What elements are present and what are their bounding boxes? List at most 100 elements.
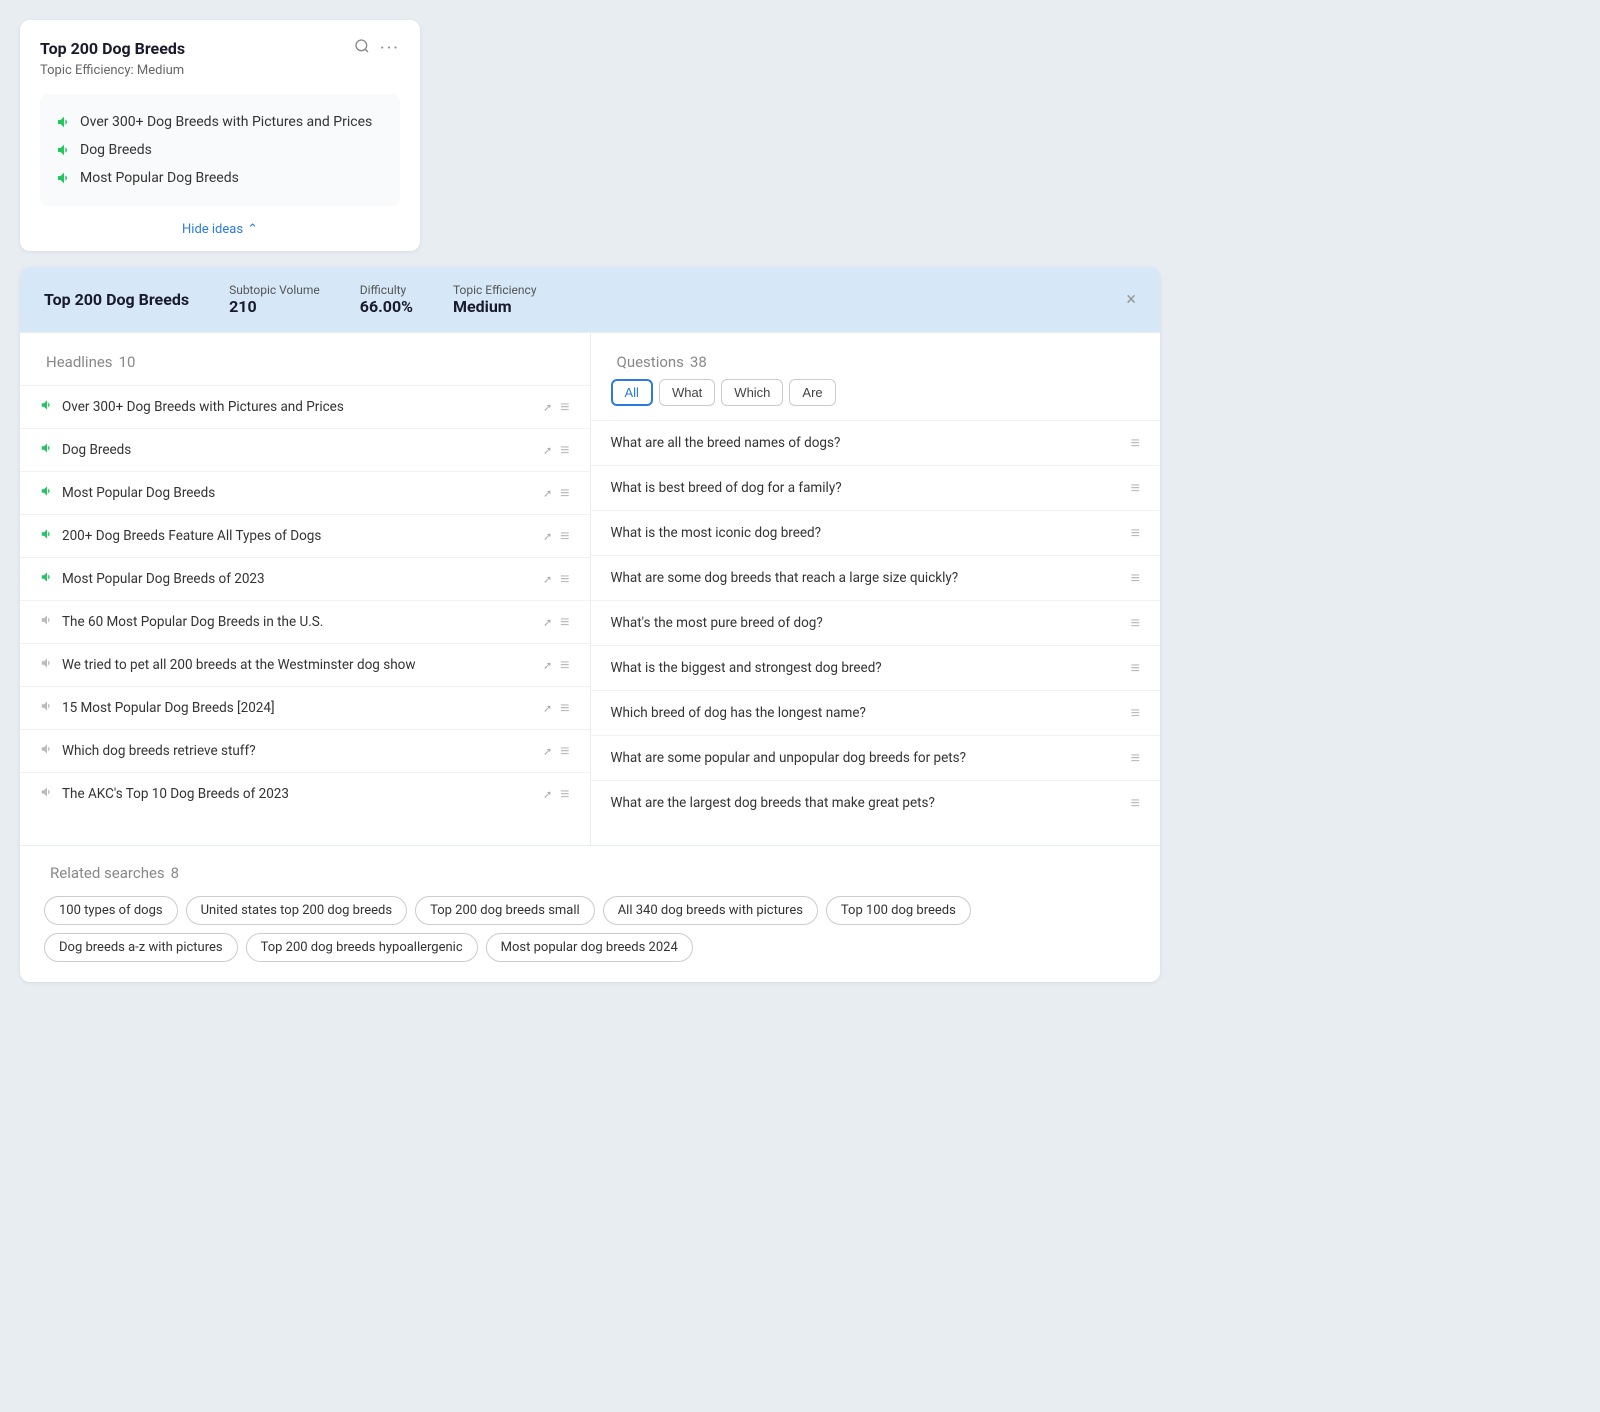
- add-question-icon-5[interactable]: ≡: [1131, 613, 1140, 633]
- headline-text-1: Over 300+ Dog Breeds with Pictures and P…: [62, 399, 535, 415]
- headline-text-6: The 60 Most Popular Dog Breeds in the U.…: [62, 614, 535, 630]
- question-text-5: What's the most pure breed of dog?: [611, 615, 823, 631]
- filter-which-button[interactable]: Which: [721, 379, 783, 406]
- question-item-6: What is the biggest and strongest dog br…: [591, 645, 1161, 690]
- question-filters: All What Which Are: [591, 379, 1161, 420]
- headline-text-7: We tried to pet all 200 breeds at the We…: [62, 657, 535, 673]
- add-question-icon-2[interactable]: ≡: [1131, 478, 1140, 498]
- headline-text-2: Dog Breeds: [62, 442, 535, 458]
- megaphone-icon-h10: [40, 785, 54, 803]
- questions-list: What are all the breed names of dogs? ≡ …: [591, 420, 1161, 825]
- top-card-ideas: Over 300+ Dog Breeds with Pictures and P…: [40, 94, 400, 206]
- megaphone-icon-h8: [40, 699, 54, 717]
- question-item-9: What are the largest dog breeds that mak…: [591, 780, 1161, 825]
- related-tag-5[interactable]: Top 100 dog breeds: [826, 896, 971, 925]
- filter-are-button[interactable]: Are: [789, 379, 835, 406]
- question-item-2: What is best breed of dog for a family? …: [591, 465, 1161, 510]
- external-link-icon-3[interactable]: ➚: [543, 487, 552, 500]
- add-question-icon-9[interactable]: ≡: [1131, 793, 1140, 813]
- panel-header-title: Top 200 Dog Breeds: [44, 290, 189, 309]
- add-question-icon-3[interactable]: ≡: [1131, 523, 1140, 543]
- related-tag-2[interactable]: United states top 200 dog breeds: [186, 896, 407, 925]
- megaphone-icon-h6: [40, 613, 54, 631]
- question-text-7: Which breed of dog has the longest name?: [611, 705, 866, 721]
- external-link-icon-9[interactable]: ➚: [543, 745, 552, 758]
- idea-item-3: Most Popular Dog Breeds: [56, 164, 384, 192]
- add-to-list-icon-1[interactable]: ≡: [560, 397, 569, 417]
- headline-text-3: Most Popular Dog Breeds: [62, 485, 535, 501]
- megaphone-icon-h3: [40, 484, 54, 502]
- close-button[interactable]: ×: [1126, 289, 1136, 310]
- megaphone-icon-h4: [40, 527, 54, 545]
- headline-item-9: Which dog breeds retrieve stuff? ➚ ≡: [20, 729, 590, 772]
- external-link-icon-1[interactable]: ➚: [543, 401, 552, 414]
- question-item-8: What are some popular and unpopular dog …: [591, 735, 1161, 780]
- difficulty-value: 66.00%: [360, 297, 413, 316]
- hide-ideas-button[interactable]: Hide ideas ⌃: [40, 216, 400, 237]
- more-icon[interactable]: ···: [380, 38, 400, 59]
- external-link-icon-2[interactable]: ➚: [543, 444, 552, 457]
- topic-efficiency-value: Medium: [453, 297, 537, 316]
- filter-all-button[interactable]: All: [611, 379, 653, 406]
- related-tag-1[interactable]: 100 types of dogs: [44, 896, 178, 925]
- idea-text-1: Over 300+ Dog Breeds with Pictures and P…: [80, 114, 372, 130]
- chevron-up-icon: ⌃: [247, 222, 258, 237]
- add-question-icon-8[interactable]: ≡: [1131, 748, 1140, 768]
- external-link-icon-4[interactable]: ➚: [543, 530, 552, 543]
- external-link-icon-8[interactable]: ➚: [543, 702, 552, 715]
- megaphone-icon-h9: [40, 742, 54, 760]
- top-card-subtitle: Topic Efficiency: Medium: [40, 63, 400, 78]
- headline-item-7: We tried to pet all 200 breeds at the We…: [20, 643, 590, 686]
- filter-what-button[interactable]: What: [659, 379, 715, 406]
- subtopic-volume-stat: Subtopic Volume 210: [229, 283, 320, 316]
- related-tag-3[interactable]: Top 200 dog breeds small: [415, 896, 595, 925]
- related-tag-8[interactable]: Most popular dog breeds 2024: [486, 933, 693, 962]
- add-question-icon-6[interactable]: ≡: [1131, 658, 1140, 678]
- add-to-list-icon-6[interactable]: ≡: [560, 612, 569, 632]
- main-panel: Top 200 Dog Breeds Subtopic Volume 210 D…: [20, 267, 1160, 982]
- question-item-5: What's the most pure breed of dog? ≡: [591, 600, 1161, 645]
- add-to-list-icon-8[interactable]: ≡: [560, 698, 569, 718]
- megaphone-icon-h2: [40, 441, 54, 459]
- external-link-icon-10[interactable]: ➚: [543, 788, 552, 801]
- add-to-list-icon-5[interactable]: ≡: [560, 569, 569, 589]
- related-tag-7[interactable]: Top 200 dog breeds hypoallergenic: [246, 933, 478, 962]
- add-to-list-icon-4[interactable]: ≡: [560, 526, 569, 546]
- top-card: Top 200 Dog Breeds ··· Topic Efficiency:…: [20, 20, 420, 251]
- related-tag-6[interactable]: Dog breeds a-z with pictures: [44, 933, 238, 962]
- add-to-list-icon-10[interactable]: ≡: [560, 784, 569, 804]
- related-searches-section: Related searches8 100 types of dogs Unit…: [20, 845, 1160, 982]
- headline-item-3: Most Popular Dog Breeds ➚ ≡: [20, 471, 590, 514]
- question-text-3: What is the most iconic dog breed?: [611, 525, 822, 541]
- topic-efficiency-stat: Topic Efficiency Medium: [453, 283, 537, 316]
- add-to-list-icon-9[interactable]: ≡: [560, 741, 569, 761]
- headlines-section-title: Headlines10: [20, 353, 590, 385]
- add-to-list-icon-7[interactable]: ≡: [560, 655, 569, 675]
- add-question-icon-4[interactable]: ≡: [1131, 568, 1140, 588]
- megaphone-icon-active-2: [56, 142, 72, 158]
- question-item-4: What are some dog breeds that reach a la…: [591, 555, 1161, 600]
- add-question-icon-7[interactable]: ≡: [1131, 703, 1140, 723]
- headlines-column: Headlines10 Over 300+ Dog Breeds with Pi…: [20, 333, 591, 845]
- question-item-1: What are all the breed names of dogs? ≡: [591, 420, 1161, 465]
- question-text-9: What are the largest dog breeds that mak…: [611, 795, 935, 811]
- add-to-list-icon-3[interactable]: ≡: [560, 483, 569, 503]
- add-to-list-icon-2[interactable]: ≡: [560, 440, 569, 460]
- external-link-icon-5[interactable]: ➚: [543, 573, 552, 586]
- add-question-icon-1[interactable]: ≡: [1131, 433, 1140, 453]
- content-columns: Headlines10 Over 300+ Dog Breeds with Pi…: [20, 332, 1160, 845]
- top-card-title: Top 200 Dog Breeds: [40, 39, 185, 58]
- question-text-2: What is best breed of dog for a family?: [611, 480, 842, 496]
- headline-text-4: 200+ Dog Breeds Feature All Types of Dog…: [62, 528, 535, 544]
- search-icon[interactable]: [354, 38, 370, 59]
- question-text-8: What are some popular and unpopular dog …: [611, 750, 967, 766]
- external-link-icon-7[interactable]: ➚: [543, 659, 552, 672]
- external-link-icon-6[interactable]: ➚: [543, 616, 552, 629]
- idea-text-2: Dog Breeds: [80, 142, 152, 158]
- headline-text-5: Most Popular Dog Breeds of 2023: [62, 571, 535, 587]
- related-tag-4[interactable]: All 340 dog breeds with pictures: [603, 896, 818, 925]
- headline-text-8: 15 Most Popular Dog Breeds [2024]: [62, 700, 535, 716]
- idea-item-1: Over 300+ Dog Breeds with Pictures and P…: [56, 108, 384, 136]
- megaphone-icon-h1: [40, 398, 54, 416]
- difficulty-label: Difficulty: [360, 283, 413, 297]
